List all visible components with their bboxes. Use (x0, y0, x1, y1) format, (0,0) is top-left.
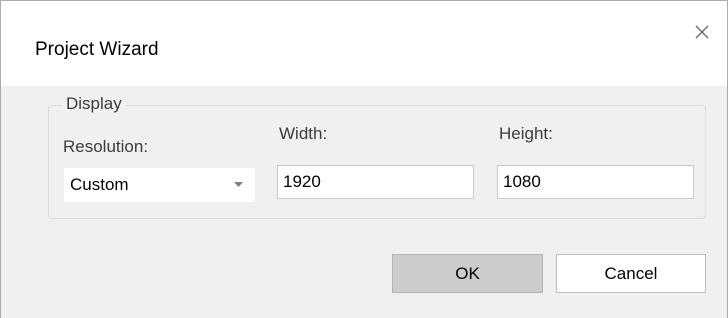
height-input[interactable] (497, 165, 694, 199)
title-bar: Project Wizard (1, 1, 727, 86)
close-button[interactable] (687, 17, 717, 47)
width-label: Width: (279, 124, 328, 143)
cancel-button[interactable]: Cancel (556, 254, 706, 293)
close-icon (695, 25, 709, 39)
project-wizard-dialog: Project Wizard Display Resolution: Width… (0, 0, 728, 318)
display-group-legend: Display (62, 93, 126, 115)
resolution-label: Resolution: (63, 137, 149, 156)
resolution-dropdown[interactable]: Custom (64, 168, 255, 202)
height-label: Height: (499, 124, 553, 143)
chevron-down-icon (234, 182, 243, 187)
resolution-selected-value: Custom (70, 175, 129, 194)
width-input[interactable] (277, 165, 474, 199)
dialog-title: Project Wizard (35, 39, 159, 60)
ok-button[interactable]: OK (392, 254, 543, 293)
